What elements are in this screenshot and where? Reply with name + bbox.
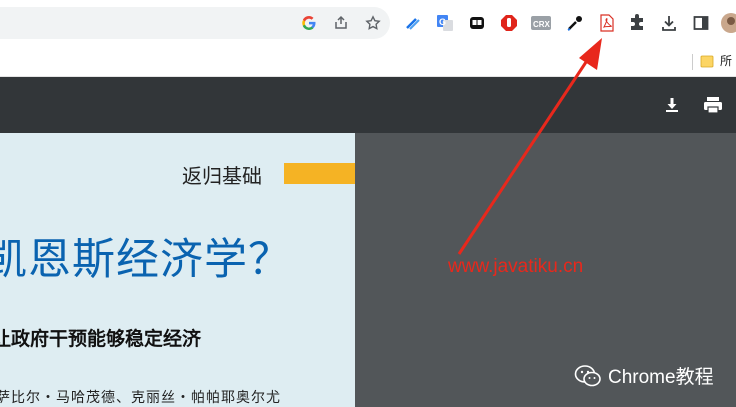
annotation-arrow [457, 38, 602, 255]
wechat-label: Chrome教程 [608, 367, 714, 388]
wechat-icon [574, 364, 601, 386]
watermark-text: www.javatiku.cn [448, 256, 584, 277]
wechat-badge: Chrome教程 [574, 362, 714, 389]
